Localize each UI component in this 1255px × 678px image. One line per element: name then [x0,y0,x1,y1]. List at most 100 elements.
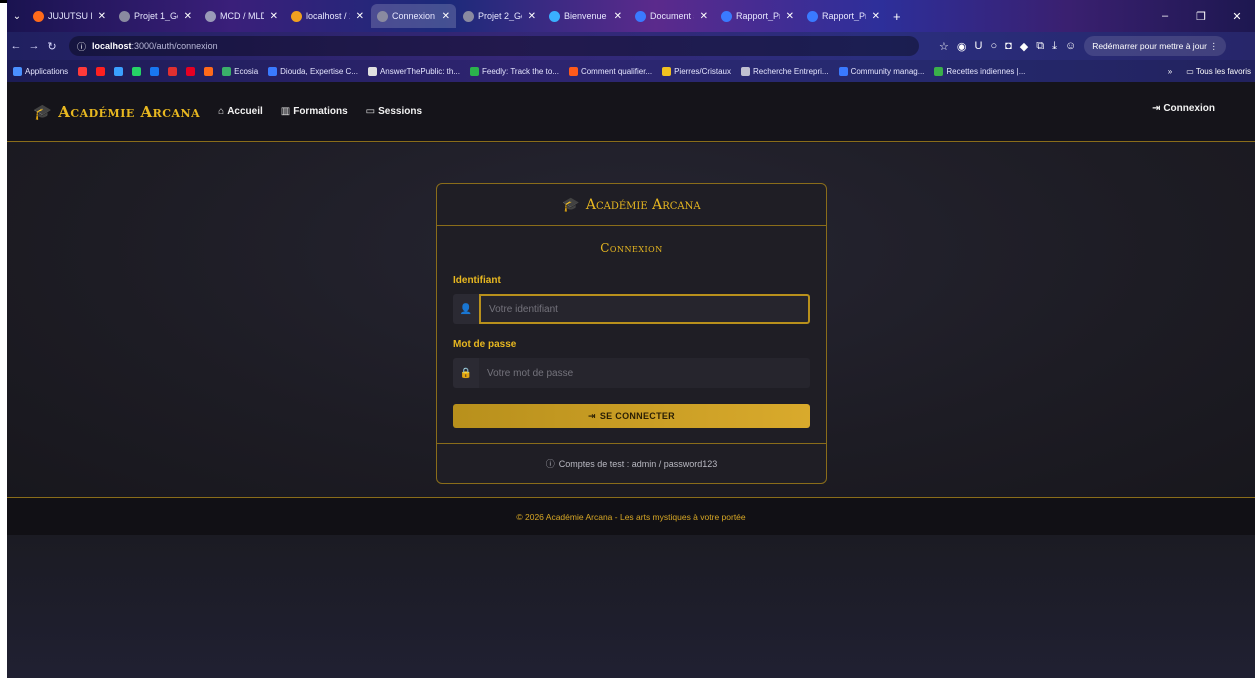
site-info-icon[interactable]: ⓘ [77,40,86,53]
lock-icon: 🔒 [453,358,479,388]
info-circle-icon: ⓘ [545,459,555,469]
bookmark-favicon-icon [934,66,944,76]
forward-arrow-icon[interactable]: → [25,40,43,52]
browser-tab[interactable]: Projet 2_Gestion ✕ [457,4,542,28]
bookmark-item[interactable]: Diouda, Expertise C... [268,66,358,76]
browser-tab[interactable]: Rapport_Projet1_ ✕ [801,4,886,28]
tab-close-icon[interactable]: ✕ [442,11,450,22]
extension-icon[interactable]: U [974,40,982,52]
reload-icon[interactable]: ↻ [43,40,61,53]
bookmark-star-icon[interactable]: ☆ [939,40,949,53]
bookmark-favicon-icon [186,66,196,76]
bookmark-item[interactable]: Ecosia [222,66,258,76]
bookmark-item[interactable]: Recherche Entrepri... [740,66,829,76]
extension-icon[interactable]: ◘ [1005,40,1012,52]
tab-close-icon[interactable]: ✕ [356,11,364,22]
address-bar: ← → ↻ ⓘ localhost :3000/auth/connexion ☆… [7,32,1255,60]
bookmark-item[interactable] [96,66,108,76]
bookmark-label: AnswerThePublic: th... [379,66,461,76]
tab-close-icon[interactable]: ✕ [270,11,278,22]
tab-close-icon[interactable]: ✕ [98,11,106,22]
brand-logo[interactable]: 🎓 Académie Arcana [33,103,200,121]
download-icon[interactable]: ⤓ [1052,40,1057,53]
bookmark-item[interactable] [114,66,126,76]
browser-tab[interactable]: Connexion - Aca ✕ [371,4,456,28]
tab-search-chevron-icon[interactable]: ⌄ [7,11,27,22]
extension-icon[interactable]: ◆ [1020,40,1028,53]
close-window-icon[interactable]: ✕ [1219,10,1255,23]
bookmark-item[interactable]: Pierres/Cristaux [662,66,731,76]
tab-list: JUJUTSU KAISEN✕Projet 1_Gestion✕MCD / ML… [27,4,887,28]
home-icon: ⌂ [218,106,225,117]
tab-favicon-icon [721,10,732,22]
bookmark-item[interactable] [204,66,216,76]
nav-home-link[interactable]: ⌂ Accueil [218,106,263,117]
browser-tab[interactable]: Rapport_Projet2_ ✕ [715,4,800,28]
new-tab-plus-icon[interactable]: + [893,9,901,24]
bookmark-item[interactable] [150,66,162,76]
tab-close-icon[interactable]: ✕ [528,11,536,22]
site-footer: © 2026 Académie Arcana - Les arts mystiq… [7,497,1255,535]
bookmark-item[interactable]: Recettes indiennes |... [934,66,1026,76]
bookmark-favicon-icon [204,66,214,76]
bookmark-label: Comment qualifier... [580,66,653,76]
main-content: 🎓 Académie Arcana Connexion Identifiant … [7,143,1255,497]
bookmark-item[interactable]: Applications [13,66,69,76]
tab-close-icon[interactable]: ✕ [184,11,192,22]
restart-update-button[interactable]: Redémarrer pour mettre à jour ⋮ [1084,36,1226,56]
browser-tab[interactable]: Document sans ti ✕ [629,4,714,28]
minimize-icon[interactable]: – [1147,10,1183,22]
password-input[interactable] [479,358,810,388]
bookmark-favicon-icon [740,66,750,76]
tab-close-icon[interactable]: ✕ [614,11,622,22]
profile-avatar-icon[interactable]: ☺ [1065,40,1076,52]
extension-icon[interactable]: ◉ [957,40,967,53]
nav-sessions-link[interactable]: ▭ Sessions [366,106,422,117]
bookmark-item[interactable] [186,66,198,76]
login-title: Connexion [600,241,663,255]
password-label: Mot de passe [453,339,517,350]
nav-formations-label: Formations [293,106,348,117]
more-bookmarks-button[interactable]: » [1168,67,1172,76]
bookmark-item[interactable]: Community manag... [838,66,924,76]
all-bookmarks-button[interactable]: ▭ Tous les favoris [1186,67,1251,76]
nav-login-link[interactable]: ⇥ Connexion [1152,103,1215,114]
browser-tab[interactable]: Bienvenue sur Sto ✕ [543,4,628,28]
login-submit-button[interactable]: ⇥ SE CONNECTER [453,404,810,428]
bookmark-item[interactable]: Feedly: Track the to... [470,66,559,76]
extensions-puzzle-icon[interactable]: ⧉ [1036,40,1044,53]
back-arrow-icon[interactable]: ← [7,40,25,52]
nav-formations-link[interactable]: ▥ Formations [281,106,348,117]
browser-tab[interactable]: localhost / 127.0.0 ✕ [285,4,370,28]
tab-title: JUJUTSU KAISEN [48,11,92,21]
username-input[interactable] [479,294,810,324]
tab-title: Projet 1_Gestion [134,11,178,21]
bookmark-item[interactable]: AnswerThePublic: th... [367,66,461,76]
url-input[interactable]: ⓘ localhost :3000/auth/connexion [69,36,919,56]
bookmark-favicon-icon [367,66,377,76]
browser-tab[interactable]: MCD / MLD Proje ✕ [199,4,284,28]
calendar-icon: ▭ [365,106,376,117]
browser-tab[interactable]: Projet 1_Gestion ✕ [113,4,198,28]
bookmark-item[interactable] [78,66,90,76]
login-card: 🎓 Académie Arcana Connexion Identifiant … [436,183,827,484]
extension-icon[interactable]: ○ [990,40,997,52]
password-group: 🔒 [453,358,810,388]
login-arrow-icon: ⇥ [1151,103,1161,114]
nav-home-label: Accueil [227,106,263,117]
bookmark-favicon-icon [150,66,160,76]
bookmark-label: Applications [25,66,69,76]
bookmark-item[interactable] [132,66,144,76]
graduation-cap-icon: 🎓 [33,102,53,121]
tab-close-icon[interactable]: ✕ [700,11,708,22]
bookmark-label: Recherche Entrepri... [752,66,829,76]
tab-close-icon[interactable]: ✕ [872,11,880,22]
tab-close-icon[interactable]: ✕ [786,11,794,22]
browser-tab[interactable]: JUJUTSU KAISEN ✕ [27,4,112,28]
bookmark-label: Recettes indiennes |... [946,66,1026,76]
window-left-edge [0,0,7,678]
bookmark-item[interactable]: Comment qualifier... [568,66,653,76]
restore-icon[interactable]: ❐ [1183,10,1219,23]
bookmark-label: Feedly: Track the to... [482,66,559,76]
bookmark-item[interactable] [168,66,180,76]
